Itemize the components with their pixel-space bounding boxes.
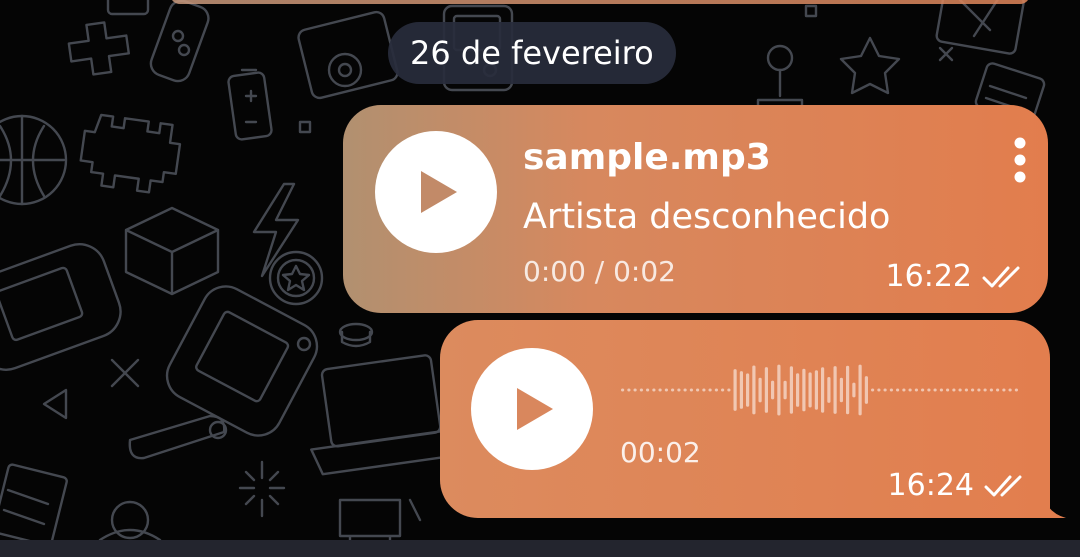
- waveform-bar: [871, 388, 875, 392]
- audio-menu-button[interactable]: [1005, 135, 1035, 189]
- waveform-bar: [764, 367, 768, 413]
- audio-message-bubble[interactable]: sample.mp3 Artista desconhecido 0:00 / 0…: [343, 105, 1048, 313]
- voice-message-time: 16:24: [887, 468, 974, 503]
- waveform-bar: [939, 388, 943, 392]
- waveform-bar: [639, 388, 643, 392]
- waveform-bar: [833, 366, 837, 414]
- waveform-bar: [633, 388, 637, 392]
- waveform-bar: [821, 367, 825, 413]
- waveform-bar: [877, 388, 881, 392]
- waveform-bar: [971, 388, 975, 392]
- more-vertical-icon: [1014, 137, 1026, 183]
- bottom-bar: [0, 540, 1080, 557]
- waveform-bar: [627, 388, 631, 392]
- waveform-bar: [746, 373, 750, 407]
- double-check-icon: [982, 266, 1020, 287]
- waveform-bar: [846, 365, 850, 415]
- waveform-bar: [808, 372, 812, 408]
- waveform-bar: [696, 388, 700, 392]
- waveform-bar: [952, 388, 956, 392]
- waveform-bar: [814, 370, 818, 410]
- waveform-bar: [989, 388, 993, 392]
- waveform-bar: [902, 388, 906, 392]
- waveform-bar: [664, 388, 668, 392]
- waveform-bar: [889, 388, 893, 392]
- waveform-bar: [646, 388, 650, 392]
- double-check-icon: [984, 475, 1022, 496]
- waveform-bar: [677, 388, 681, 392]
- waveform-bar: [908, 388, 912, 392]
- waveform-bar: [777, 364, 781, 416]
- voice-message-meta: 16:24: [888, 468, 1030, 503]
- audio-progress: 0:00 / 0:02: [523, 255, 676, 288]
- audio-artist: Artista desconhecido: [523, 197, 891, 237]
- waveform-bar: [839, 377, 843, 403]
- play-icon: [421, 171, 457, 213]
- waveform-bar: [933, 388, 937, 392]
- waveform-bar: [864, 376, 868, 404]
- waveform-bar: [727, 388, 731, 392]
- audio-file-name: sample.mp3: [523, 137, 771, 178]
- waveform-bar: [683, 388, 687, 392]
- waveform-bar: [958, 388, 962, 392]
- play-icon: [517, 388, 553, 430]
- waveform-bar: [658, 388, 662, 392]
- waveform-bar: [1008, 388, 1012, 392]
- bubble-tail: [1040, 486, 1066, 518]
- waveform-bar: [914, 388, 918, 392]
- waveform-bar: [983, 388, 987, 392]
- waveform-bar: [921, 388, 925, 392]
- waveform-bar: [708, 388, 712, 392]
- waveform-bar: [733, 369, 737, 411]
- waveform-bar: [796, 373, 800, 407]
- date-separator: 26 de fevereiro: [388, 22, 676, 84]
- voice-waveform[interactable]: [620, 360, 1020, 420]
- chat-screen: 26 de fevereiro sample.mp3 Artista desco…: [0, 0, 1080, 557]
- waveform-bar: [1014, 388, 1018, 392]
- waveform-bar: [883, 388, 887, 392]
- waveform-bar: [771, 380, 775, 400]
- waveform-bar: [752, 365, 756, 415]
- waveform-bar: [996, 388, 1000, 392]
- voice-play-button[interactable]: [471, 348, 593, 470]
- waveform-bar: [946, 388, 950, 392]
- waveform-bar: [1002, 388, 1006, 392]
- audio-message-time: 16:22: [885, 259, 972, 294]
- voice-message-bubble[interactable]: 00:02 16:24: [440, 320, 1050, 518]
- waveform-bar: [977, 388, 981, 392]
- audio-message-meta: 16:22: [886, 259, 1028, 294]
- voice-duration: 00:02: [620, 436, 701, 469]
- previous-message-edge: [170, 0, 1030, 4]
- waveform-bar: [721, 388, 725, 392]
- waveform-bar: [827, 377, 831, 403]
- waveform-bar: [852, 382, 856, 398]
- waveform-bar: [964, 388, 968, 392]
- waveform-bar: [652, 388, 656, 392]
- waveform-bar: [621, 388, 625, 392]
- waveform-bar: [714, 388, 718, 392]
- waveform-bar: [739, 371, 743, 409]
- waveform-bar: [758, 377, 762, 403]
- waveform-bar: [896, 388, 900, 392]
- waveform-bar: [783, 380, 787, 400]
- waveform-bar: [927, 388, 931, 392]
- waveform-bar: [789, 366, 793, 414]
- waveform-bar: [689, 388, 693, 392]
- waveform-bar: [858, 364, 862, 416]
- waveform-bar: [802, 368, 806, 412]
- waveform-bar: [671, 388, 675, 392]
- audio-play-button[interactable]: [375, 131, 497, 253]
- waveform-bar: [702, 388, 706, 392]
